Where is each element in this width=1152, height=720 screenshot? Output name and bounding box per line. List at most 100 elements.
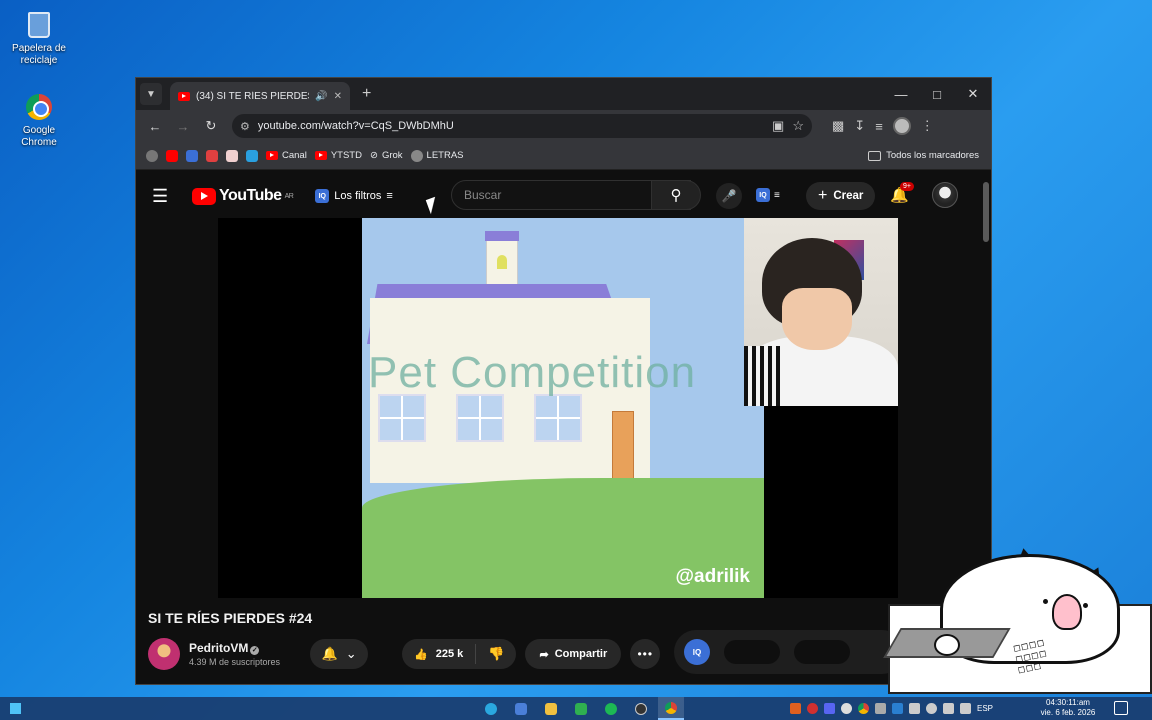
tray-app-icon[interactable] bbox=[790, 703, 801, 714]
minimize-button[interactable]: — bbox=[883, 78, 919, 110]
all-bookmarks-button[interactable]: Todos los marcadores bbox=[868, 150, 979, 161]
taskbar-spotify[interactable] bbox=[598, 697, 624, 720]
chrome-icon bbox=[24, 92, 54, 122]
search-button[interactable]: ⚲ bbox=[651, 180, 701, 210]
clock-time: 04:30:11:am bbox=[1046, 698, 1090, 707]
install-app-icon[interactable]: ▣ bbox=[772, 118, 784, 134]
taskbar-clock[interactable]: 04:30:11:am vie. 6 feb. 2026 bbox=[1032, 698, 1104, 718]
house-window bbox=[456, 394, 504, 442]
edge-icon bbox=[485, 702, 497, 715]
channel-name-row[interactable]: PedritoVM ✓ bbox=[189, 641, 280, 655]
house-tower bbox=[485, 231, 519, 286]
create-button[interactable]: + Crear bbox=[806, 182, 876, 210]
taskbar-app-green[interactable] bbox=[568, 697, 594, 720]
like-dislike-group: 👍 225 k 👎 bbox=[402, 639, 517, 669]
new-tab-button[interactable]: + bbox=[362, 85, 371, 103]
iq-extension-button[interactable]: IQ ≡ bbox=[756, 188, 780, 202]
youtube-logo[interactable]: YouTube AR bbox=[192, 187, 294, 205]
search-icon: ⚲ bbox=[670, 187, 682, 204]
maximize-button[interactable]: □ bbox=[919, 78, 955, 110]
subscription-bell-button[interactable]: 🔔 ⌄ bbox=[310, 639, 369, 669]
channel-avatar[interactable] bbox=[148, 638, 180, 670]
bookmark-ytstd[interactable]: YTSTD bbox=[314, 150, 362, 161]
obs-icon bbox=[635, 702, 647, 715]
blue-bookmark-icon[interactable] bbox=[246, 149, 258, 162]
iq-option-button[interactable] bbox=[794, 640, 850, 664]
profile-avatar[interactable] bbox=[892, 117, 911, 135]
iq-icon[interactable]: IQ bbox=[684, 639, 710, 665]
address-bar[interactable]: ⚙ youtube.com/watch?v=CqS_DWbDMhU ▣ ☆ bbox=[232, 114, 812, 138]
network-icon[interactable] bbox=[943, 703, 954, 714]
all-bookmarks-label: Todos los marcadores bbox=[886, 150, 979, 161]
scrollbar-thumb[interactable] bbox=[983, 182, 989, 242]
video-overlay-text: Pet Competition bbox=[368, 348, 697, 397]
language-indicator[interactable]: ESP bbox=[977, 704, 993, 713]
account-avatar[interactable] bbox=[932, 182, 958, 208]
green-app-icon bbox=[575, 702, 587, 715]
face bbox=[782, 288, 852, 350]
notification-center-icon[interactable] bbox=[1114, 701, 1128, 715]
tab-search-button[interactable]: ▼ bbox=[140, 83, 162, 105]
browser-toolbar: ← → ↻ ⚙ youtube.com/watch?v=CqS_DWbDMhU … bbox=[136, 110, 991, 142]
taskbar-edge[interactable] bbox=[478, 697, 504, 720]
tray-app-icon[interactable] bbox=[841, 703, 852, 714]
extensions-icon[interactable]: ▩ bbox=[832, 118, 844, 134]
menu-icon[interactable]: ⋮ bbox=[921, 118, 934, 134]
filters-button[interactable]: IQ Los filtros ≡ bbox=[315, 189, 393, 203]
bookmark-canal[interactable]: Canal bbox=[266, 150, 307, 161]
tray-app-icon[interactable] bbox=[909, 703, 920, 714]
forward-button[interactable]: → bbox=[172, 115, 194, 137]
taskbar-chrome[interactable] bbox=[658, 697, 684, 720]
create-label: Crear bbox=[833, 190, 864, 202]
bookmark-letras[interactable]: LETRAS bbox=[410, 149, 464, 162]
download-icon[interactable]: ↧ bbox=[854, 118, 865, 134]
share-button[interactable]: ➦ Compartir bbox=[525, 639, 622, 669]
search-placeholder: Buscar bbox=[464, 188, 502, 202]
subscriber-count: 4.39 M de suscriptores bbox=[189, 657, 281, 667]
bookmark-star-icon[interactable]: ☆ bbox=[792, 118, 804, 134]
facecam-overlay bbox=[744, 218, 898, 406]
media-controls-icon[interactable]: ≡ bbox=[875, 119, 883, 134]
bookmark-grok[interactable]: ⊘ Grok bbox=[370, 150, 403, 161]
recycle-bin-icon bbox=[24, 10, 54, 40]
discord-icon[interactable] bbox=[824, 703, 835, 714]
voice-search-button[interactable]: 🎤 bbox=[716, 183, 742, 209]
cat-eye bbox=[1083, 603, 1088, 608]
more-actions-button[interactable]: ••• bbox=[630, 639, 661, 669]
back-button[interactable]: ← bbox=[144, 115, 166, 137]
volume-icon[interactable] bbox=[926, 703, 937, 714]
taskbar-store[interactable] bbox=[508, 697, 534, 720]
youtube-page: ☰ YouTube AR IQ Los filtros ≡ Buscar ⚲ 🎤… bbox=[136, 174, 991, 684]
speaker-icon[interactable]: 🔊 bbox=[315, 91, 327, 102]
chrome-tray-icon[interactable] bbox=[858, 703, 869, 714]
youtube-logo-text: YouTube bbox=[219, 187, 282, 204]
app-bookmark-icon[interactable] bbox=[186, 149, 198, 162]
like-button[interactable]: 👍 225 k bbox=[402, 644, 477, 664]
openai-bookmark-icon[interactable] bbox=[146, 149, 158, 162]
tray-app-icon[interactable] bbox=[875, 703, 886, 714]
close-window-button[interactable]: ✕ bbox=[955, 78, 991, 110]
share-arrow-icon: ➦ bbox=[539, 648, 549, 661]
tab-active[interactable]: (34) SI TE RÍES PIERDES #24 🔊 ✕ bbox=[170, 82, 350, 110]
recycle-bin-desktop-icon[interactable]: Papelera de reciclaje bbox=[4, 10, 74, 67]
dislike-button[interactable]: 👎 bbox=[476, 646, 516, 662]
chrome-desktop-icon[interactable]: Google Chrome bbox=[4, 92, 74, 149]
house-window bbox=[378, 394, 426, 442]
recycle-bin-label: Papelera de reciclaje bbox=[12, 43, 66, 66]
volume-speaker-icon[interactable] bbox=[960, 703, 971, 714]
iq-option-button[interactable] bbox=[724, 640, 780, 664]
tray-app-icon[interactable] bbox=[807, 703, 818, 714]
hamburger-menu-icon[interactable]: ☰ bbox=[152, 186, 176, 207]
bluetooth-icon[interactable] bbox=[892, 703, 903, 714]
taskbar-obs[interactable] bbox=[628, 697, 654, 720]
start-button[interactable] bbox=[0, 697, 30, 720]
video-player[interactable]: Pet Competition @adrilik bbox=[218, 218, 898, 598]
red-bookmark-icon[interactable] bbox=[206, 149, 218, 162]
taskbar-explorer[interactable] bbox=[538, 697, 564, 720]
youtube-bookmark-icon[interactable] bbox=[166, 149, 178, 162]
video-watermark: @adrilik bbox=[675, 566, 751, 587]
image-bookmark-icon[interactable] bbox=[226, 149, 238, 162]
close-tab-icon[interactable]: ✕ bbox=[334, 91, 342, 102]
reload-button[interactable]: ↻ bbox=[200, 115, 222, 137]
site-info-icon[interactable]: ⚙ bbox=[240, 120, 250, 133]
